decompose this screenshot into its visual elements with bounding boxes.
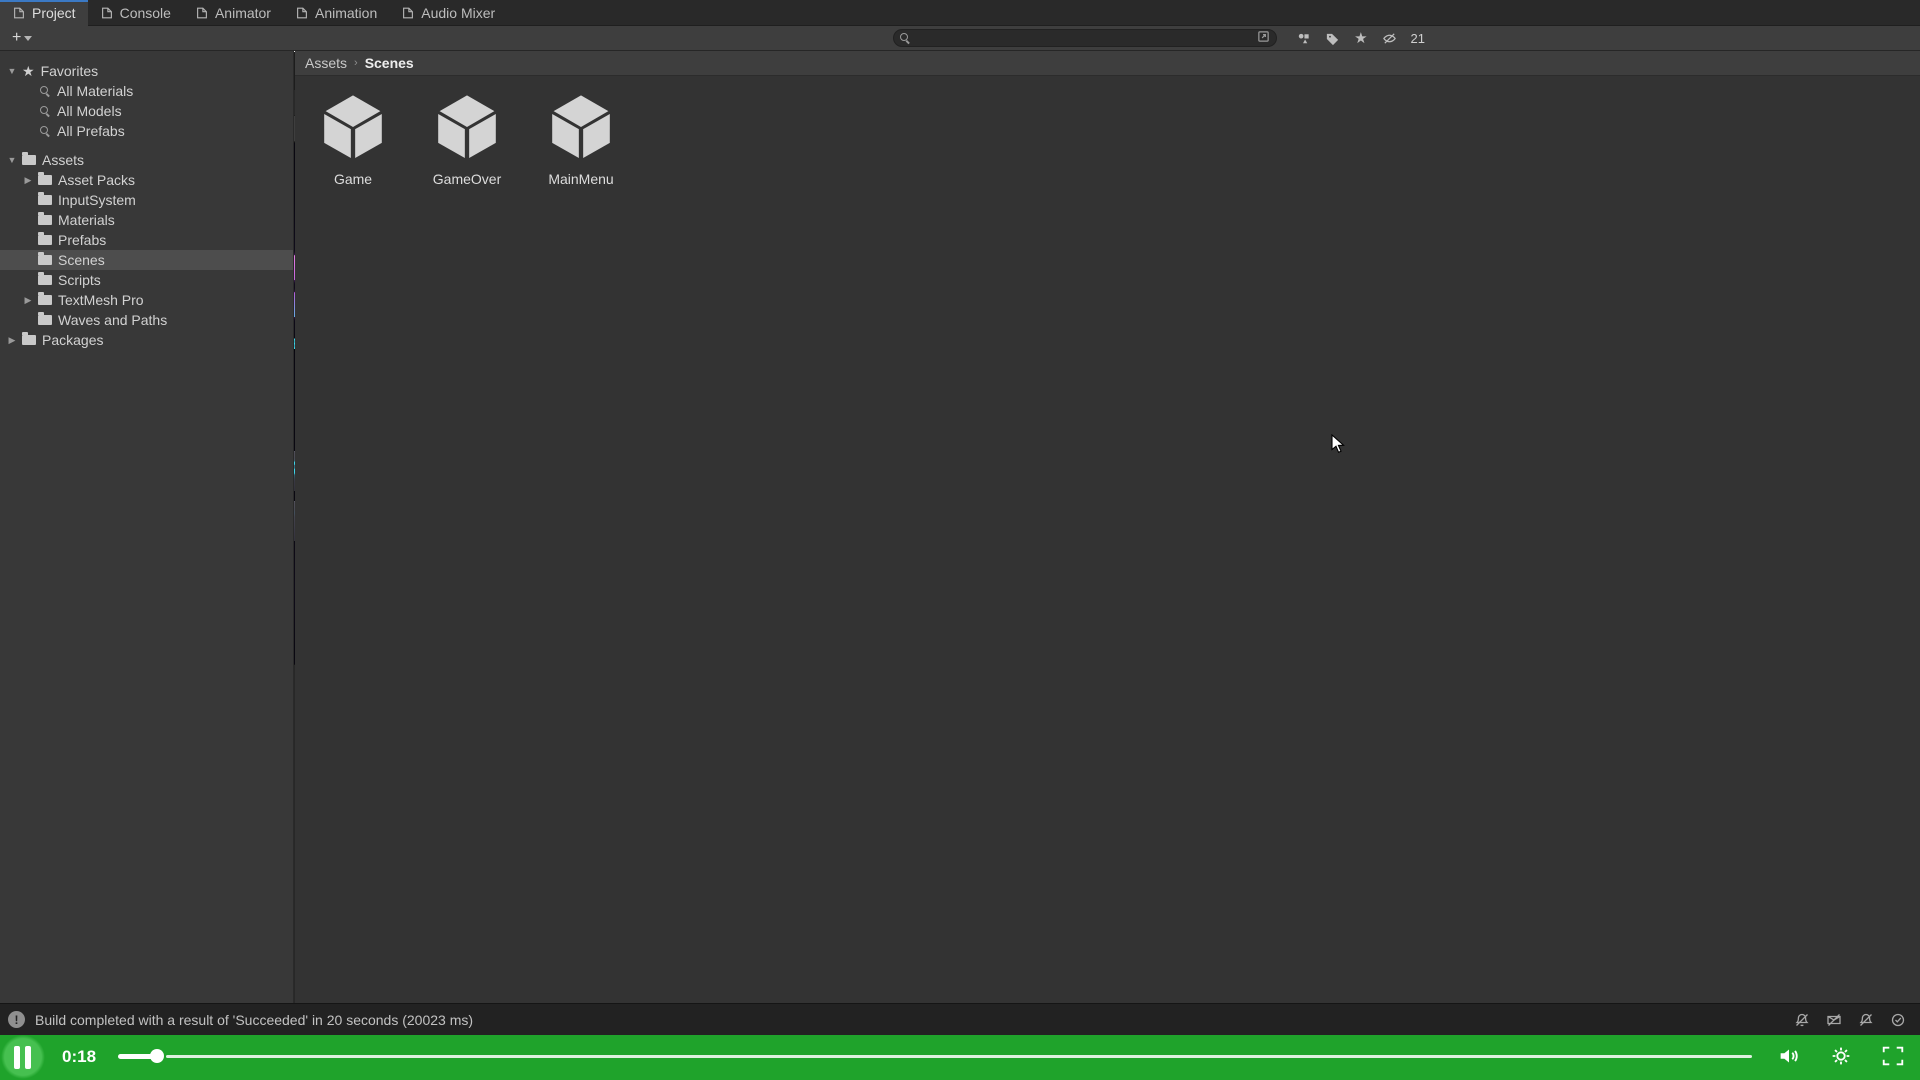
folder-row[interactable]: ▶ Scripts [0, 270, 293, 290]
bottom-tabs: Project Console Animator Animation Audio… [0, 0, 1920, 26]
mouse-cursor [1330, 434, 1348, 454]
expander-icon[interactable]: ▼ [6, 155, 18, 165]
assets-root[interactable]: ▼ Assets [0, 150, 293, 170]
file-name: GameOver [433, 171, 501, 187]
search-icon [40, 106, 50, 116]
search-icon [40, 86, 50, 96]
tasks-complete-icon[interactable] [1890, 1012, 1906, 1028]
favorite-item[interactable]: All Prefabs [0, 121, 293, 141]
search-expand-icon[interactable] [1257, 30, 1270, 46]
favorites-star-icon[interactable]: ★ [1354, 29, 1367, 47]
folder-icon [38, 175, 52, 185]
create-asset-button[interactable]: + [8, 29, 36, 47]
folder-row[interactable]: ▶ Scenes [0, 250, 293, 270]
project-toolbar: + ★ 21 [0, 26, 1920, 51]
packages-root[interactable]: ▶ Packages [0, 330, 293, 350]
folder-icon [22, 335, 36, 345]
expander-icon[interactable]: ▶ [22, 295, 34, 306]
folder-row[interactable]: ▶ Prefabs [0, 230, 293, 250]
project-search[interactable] [893, 29, 1277, 47]
project-folder-tree: ▼ ★ Favorites All Materials All Models A… [0, 51, 294, 1080]
file-name: Game [334, 171, 372, 187]
folder-row[interactable]: ▶ InputSystem [0, 190, 293, 210]
breadcrumb-root[interactable]: Assets [305, 55, 347, 71]
folder-icon [38, 215, 52, 225]
bottom-tab[interactable]: Audio Mixer [389, 0, 507, 26]
file-grid: Game GameOver MainMenu [310, 91, 624, 187]
asset-folders: ▶ Asset Packs ▶ InputSystem ▶ Materials … [0, 170, 293, 330]
tab-icon [295, 6, 309, 20]
status-bar: ! Build completed with a result of 'Succ… [0, 1003, 1920, 1035]
player-time: 0:18 [62, 1047, 96, 1067]
unity-scene-icon [545, 91, 617, 163]
project-panel: Project Console Animator Animation Audio… [0, 0, 1920, 338]
breadcrumb: Assets › Scenes [295, 51, 1920, 76]
folder-row[interactable]: ▶ TextMesh Pro [0, 290, 293, 310]
hidden-count-icon[interactable] [1382, 31, 1397, 46]
bottom-tab[interactable]: Animator [183, 0, 283, 26]
video-player-bar: 0:18 [0, 1035, 1920, 1080]
settings-gear-icon[interactable] [1828, 1043, 1854, 1069]
folder-icon [38, 315, 52, 325]
hidden-count: 21 [1411, 31, 1425, 46]
folder-row[interactable]: ▶ Waves and Paths [0, 310, 293, 330]
breadcrumb-current: Scenes [365, 55, 414, 71]
scene-file[interactable]: Game [310, 91, 396, 187]
project-search-input[interactable] [914, 31, 1253, 45]
folder-icon [38, 255, 52, 265]
tab-icon [195, 6, 209, 20]
unity-scene-icon [317, 91, 389, 163]
bottom-tab[interactable]: Project [0, 0, 88, 26]
tab-icon [100, 6, 114, 20]
search-icon [900, 33, 910, 43]
favorite-item[interactable]: All Materials [0, 81, 293, 101]
folder-row[interactable]: ▶ Asset Packs [0, 170, 293, 190]
favorites-header[interactable]: ▼ ★ Favorites [0, 61, 293, 81]
volume-icon[interactable] [1776, 1043, 1802, 1069]
folder-icon [38, 295, 52, 305]
search-icon [40, 126, 50, 136]
player-progress-handle[interactable] [150, 1049, 164, 1063]
expander-icon[interactable]: ▼ [6, 66, 18, 76]
search-by-label-icon[interactable] [1325, 31, 1340, 46]
project-content: Assets › Scenes Game GameOver MainMenu [295, 51, 1920, 1080]
mute-notifications-icon[interactable] [1794, 1012, 1810, 1028]
unity-scene-icon [431, 91, 503, 163]
expander-icon[interactable]: ▶ [22, 175, 34, 186]
tab-icon [12, 6, 26, 20]
bottom-tab[interactable]: Animation [283, 0, 389, 26]
player-progress-track[interactable] [166, 1055, 1752, 1058]
breadcrumb-separator: › [354, 57, 358, 69]
tab-icon [401, 6, 415, 20]
expander-icon[interactable]: ▶ [6, 335, 18, 346]
favorite-item[interactable]: All Models [0, 101, 293, 121]
unity-editor-window: Laser Defender - MainMenu - PC, Mac & Li… [0, 0, 1920, 1080]
scene-file[interactable]: GameOver [424, 91, 510, 187]
folder-icon [38, 275, 52, 285]
mute-messages-icon[interactable] [1826, 1012, 1842, 1028]
file-name: MainMenu [548, 171, 613, 187]
player-pause-icon[interactable] [14, 1046, 31, 1069]
folder-icon [22, 155, 36, 165]
folder-icon [38, 235, 52, 245]
fullscreen-icon[interactable] [1880, 1043, 1906, 1069]
folder-row[interactable]: ▶ Materials [0, 210, 293, 230]
search-by-type-icon[interactable] [1296, 31, 1311, 46]
bottom-tab[interactable]: Console [88, 0, 183, 26]
scene-file[interactable]: MainMenu [538, 91, 624, 187]
star-icon: ★ [22, 63, 35, 80]
status-message[interactable]: Build completed with a result of 'Succee… [35, 1012, 473, 1028]
status-message-icon: ! [8, 1011, 25, 1028]
folder-icon [38, 195, 52, 205]
favorites-list: All Materials All Models All Prefabs [0, 81, 293, 141]
mute-warnings-icon[interactable] [1858, 1012, 1874, 1028]
